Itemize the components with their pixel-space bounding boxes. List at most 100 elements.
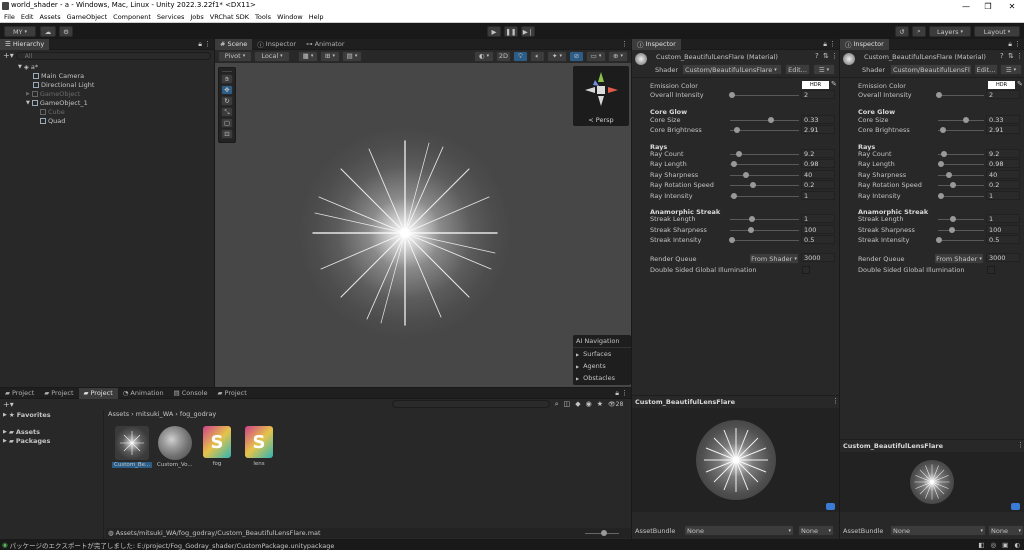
asset-bundle-variant-dropdown[interactable]: None <box>798 525 834 536</box>
collab-gear-icon[interactable]: ⚙ <box>59 26 73 37</box>
streak-sharpness-slider[interactable] <box>730 227 799 233</box>
slider-knob[interactable] <box>937 193 944 199</box>
menu-edit[interactable]: Edit <box>21 13 34 21</box>
core-brightness-slider[interactable] <box>730 127 799 133</box>
ray-rotation-speed-value[interactable]: 0.2 <box>986 180 1020 189</box>
breadcrumb-item[interactable]: mitsuki_WA <box>136 410 174 418</box>
help-icon[interactable]: ? <box>815 52 819 60</box>
slider-knob[interactable] <box>729 92 736 98</box>
slider-knob[interactable] <box>939 127 946 133</box>
menu-tools[interactable]: Tools <box>255 13 271 21</box>
hierarchy-item-cube[interactable]: Cube <box>0 107 214 116</box>
preview-menu-icon[interactable]: ⋮ <box>832 397 839 405</box>
palette-grip[interactable] <box>222 69 232 72</box>
preset-icon[interactable]: ⇅ <box>823 52 829 60</box>
slider-knob[interactable] <box>949 216 956 222</box>
streak-length-slider[interactable] <box>730 216 799 222</box>
core-size-slider[interactable] <box>730 117 799 123</box>
overall-intensity-value[interactable]: 2 <box>801 90 835 99</box>
mode-2d-button[interactable]: 2D <box>496 50 511 62</box>
scene-viewport[interactable]: ✋︎ ✥ ↻ ⤡ ▢ ⊡ < Persp AI Navigation ▶ Surf… <box>215 63 631 387</box>
axis-gizmo-icon[interactable] <box>573 66 629 114</box>
render-queue-value[interactable]: 3000 <box>986 253 1020 262</box>
expand-arrow-icon[interactable]: ▶ <box>3 429 7 435</box>
hidden-objects-icon[interactable]: ⊘ <box>569 50 584 62</box>
effects-icon[interactable]: ✦ <box>547 50 567 62</box>
close-button[interactable]: ✕ <box>1002 0 1022 12</box>
tab-project-1[interactable]: ▰ Project <box>0 388 39 399</box>
menu-window[interactable]: Window <box>277 13 303 21</box>
hierarchy-item-gameobject[interactable]: ▶ GameObject <box>0 89 214 98</box>
status-message[interactable]: パッケージのエクスポートが完了しました: E:/project/Fog_Godr… <box>10 540 335 550</box>
layers-dropdown[interactable]: Layers <box>929 26 971 37</box>
pause-button[interactable]: ❚❚ <box>504 26 518 37</box>
slider-knob[interactable] <box>731 193 738 199</box>
slider-knob[interactable] <box>749 182 756 188</box>
hierarchy-search-input[interactable]: All <box>15 51 211 60</box>
streak-length-slider[interactable] <box>938 216 984 222</box>
streak-sharpness-slider[interactable] <box>938 227 984 233</box>
tab-project-3[interactable]: ▰ Project <box>78 387 118 399</box>
shader-edit-button[interactable]: Edit... <box>785 64 810 75</box>
breadcrumb-item[interactable]: Assets <box>108 410 129 418</box>
asset-bundle-dropdown[interactable]: None <box>684 525 794 536</box>
asset-label-icon[interactable] <box>826 503 835 510</box>
slider-knob[interactable] <box>731 161 738 167</box>
scene-root-item[interactable]: ▼ ◈ a* <box>0 62 214 71</box>
ray-intensity-slider[interactable] <box>937 193 984 199</box>
breadcrumb-item[interactable]: fog_godray <box>180 410 216 418</box>
assets-item[interactable]: ▶ ▰ Assets <box>0 427 103 436</box>
project-search-input[interactable] <box>391 400 550 408</box>
core-brightness-value[interactable]: 2.91 <box>801 125 835 134</box>
slider-knob[interactable] <box>601 529 607 536</box>
lock-icon[interactable]: 🔒︎ <box>1008 40 1012 49</box>
streak-intensity-value[interactable]: 0.5 <box>986 235 1020 244</box>
slider-knob[interactable] <box>729 237 736 243</box>
slider-knob[interactable] <box>950 182 957 188</box>
hierarchy-item-quad[interactable]: Quad <box>0 116 214 125</box>
expand-arrow-icon[interactable]: ▼ <box>26 100 30 106</box>
core-size-value[interactable]: 0.33 <box>801 115 835 124</box>
minimize-button[interactable]: — <box>956 0 976 12</box>
snap-increment-icon[interactable]: ⊞ <box>320 50 340 62</box>
cloud-icon[interactable]: ☁ <box>40 26 56 37</box>
streak-length-value[interactable]: 1 <box>986 214 1020 223</box>
expand-arrow-icon[interactable]: ▶ <box>3 438 7 444</box>
hidden-packages-icon[interactable]: ◉ <box>586 400 592 408</box>
shading-mode-icon[interactable]: ◐ <box>474 50 494 62</box>
panel-menu-icon[interactable]: ⋮ <box>1014 40 1021 48</box>
core-size-value[interactable]: 0.33 <box>986 115 1020 124</box>
panel-menu-icon[interactable]: ⋮ <box>829 40 836 48</box>
menu-vrchat-sdk[interactable]: VRChat SDK <box>210 13 249 21</box>
ai-nav-obstacles[interactable]: ▶ Obstacles <box>573 372 631 384</box>
camera-icon[interactable]: ▭ <box>586 50 606 62</box>
asset-label-icon[interactable] <box>1011 503 1020 510</box>
tab-inspector[interactable]: ⓘ Inspector <box>632 38 681 50</box>
slider-knob[interactable] <box>735 151 742 157</box>
slider-knob[interactable] <box>962 117 969 123</box>
play-button[interactable]: ▶ <box>487 26 501 37</box>
search-filter-icon[interactable]: ⌕ <box>555 400 559 409</box>
step-button[interactable]: ▶❘ <box>521 26 535 37</box>
persp-label[interactable]: < Persp <box>573 116 629 124</box>
shader-menu-icon[interactable]: ☰ <box>813 64 835 75</box>
ai-navigation-title[interactable]: AI Navigation <box>573 335 631 348</box>
ray-intensity-value[interactable]: 1 <box>801 191 835 200</box>
component-menu-icon[interactable]: ⋮ <box>1016 52 1023 60</box>
ray-intensity-value[interactable]: 1 <box>986 191 1020 200</box>
ray-length-slider[interactable] <box>937 161 984 167</box>
shader-edit-button[interactable]: Edit... <box>974 64 998 75</box>
slider-knob[interactable] <box>936 92 943 98</box>
lock-icon[interactable]: 🔒︎ <box>615 389 619 398</box>
move-tool-icon[interactable]: ✥ <box>221 85 233 95</box>
panel-menu-icon[interactable]: ⋮ <box>621 389 628 397</box>
menu-services[interactable]: Services <box>157 13 184 21</box>
slider-knob[interactable] <box>733 127 740 133</box>
expand-arrow-icon[interactable]: ▶ <box>26 91 30 97</box>
shader-dropdown[interactable]: Custom/BeautifulLensFl <box>890 64 972 75</box>
core-brightness-slider[interactable] <box>938 127 984 133</box>
packages-item[interactable]: ▶ ▰ Packages <box>0 436 103 445</box>
maximize-button[interactable]: ❐ <box>978 0 998 12</box>
account-dropdown[interactable]: MY <box>4 26 36 37</box>
hierarchy-item-directional-light[interactable]: Directional Light <box>0 80 214 89</box>
